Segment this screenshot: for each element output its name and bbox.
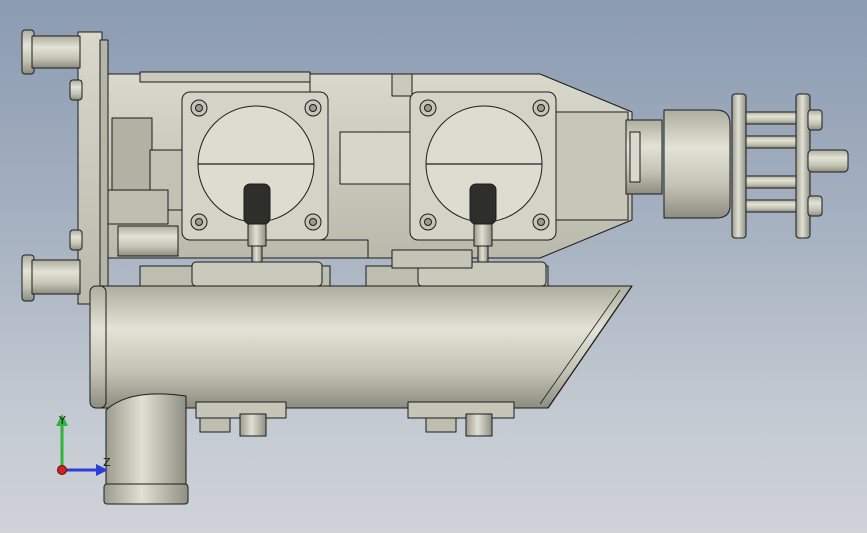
mounting-plate — [77, 31, 109, 305]
reference-triad-icon — [56, 414, 108, 476]
engine-assembly-model[interactable] — [0, 0, 867, 533]
intake-manifold — [89, 285, 633, 409]
right-coupling — [555, 93, 849, 239]
graphics-viewport[interactable]: Y Z — [0, 0, 867, 533]
triad-z-label: Z — [103, 456, 111, 469]
outlet-elbow — [103, 393, 189, 505]
triad-y-label: Y — [59, 414, 66, 427]
left-pipe-stubs — [21, 29, 83, 302]
